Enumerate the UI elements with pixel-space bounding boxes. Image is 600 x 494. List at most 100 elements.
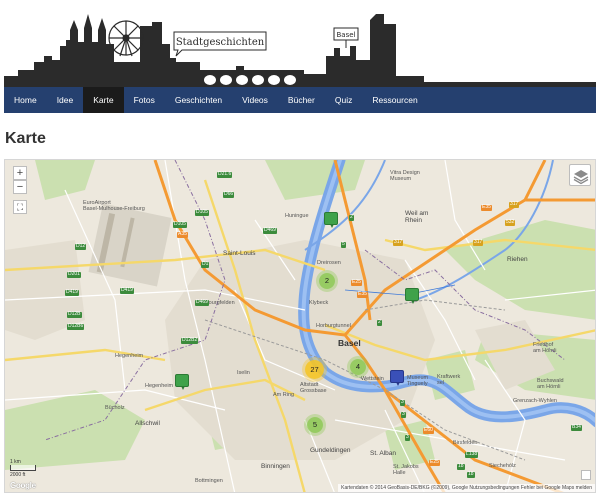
nav-buecher[interactable]: Bücher [278,87,325,113]
nav-quiz[interactable]: Quiz [325,87,362,113]
road-shield: D105 [195,209,209,216]
resize-handle[interactable] [581,470,591,480]
city-sign-text: Basel [337,31,356,39]
label-grenzach: Grenzach-Wyhlen [513,398,557,404]
label-friedhof: Friedhof am Hörnli [533,342,557,355]
label-siechehoelz: Siechehólz [489,463,516,469]
basel-skyline-illustration: Stadtgeschichten Basel [4,0,596,88]
road-shield: 317 [509,201,520,208]
cluster-marker[interactable]: 4 [350,359,366,375]
site-header: Stadtgeschichten Basel [4,0,596,88]
label-wettstein: Wettstein [361,376,384,382]
road-shield: 18 [457,463,465,470]
nav-idee[interactable]: Idee [47,87,84,113]
google-logo: Google [10,481,36,490]
road-shield: 3 [401,411,406,418]
road-shield: D1 [201,261,210,268]
airport-area [88,203,172,287]
label-allschwil: Allschwil [135,420,160,427]
cluster-marker[interactable]: 2 [319,273,335,289]
fullscreen-button[interactable]: ⛶ [13,200,27,214]
label-altstadt: Altstadt Grossbase [300,382,327,395]
nav-karte[interactable]: Karte [83,87,124,113]
label-buchswald: Buchswald am Hörnli [537,378,564,391]
label-kraftwerk: Kraftwerk sel [437,374,461,387]
layers-button[interactable] [569,164,591,186]
cluster-marker[interactable]: 5 [307,417,323,433]
road-shield: D12B2 [181,337,199,344]
road-shield: D12 [75,243,87,250]
road-shield: E60 [423,427,434,434]
road-shield: A35 [177,231,188,238]
nav-home[interactable]: Home [4,87,47,113]
road-shield: 2 [377,319,382,326]
photo-marker-icon[interactable] [175,374,189,390]
label-horburgtunnel: Horburgtunnel [316,323,351,329]
road-shield: 317 [393,239,404,246]
label-birsfelden: Birsfelden [453,440,478,446]
nav-geschichten[interactable]: Geschichten [165,87,232,113]
label-bourgfelden: Bourgfelden [205,300,235,306]
label-dreirosen: Dreirosen [317,260,341,266]
label-st-alban: St. Alban [370,450,397,457]
label-museum-tinguely: Museum Tinguely [407,375,429,388]
road-shield: D419 [65,289,79,296]
label-binningen: Binningen [261,463,290,470]
tagline-text: Stadtgeschichten [176,37,265,48]
road-shield: D469 [195,299,209,306]
label-gundeldingen: Gundeldingen [310,447,351,454]
road-shield: D21.6 [217,171,233,178]
road-shield: D66 [223,191,235,198]
road-shield: E35 [481,204,492,211]
main-navigation: Home Idee Karte Fotos Geschichten Videos… [4,87,596,113]
label-hegenheim: Hegenheim [115,353,144,359]
road-shield: E35 [357,291,368,298]
label-saint-louis: Saint-Louis [223,250,256,257]
label-huningue: Huningue [285,213,309,219]
road-shield: D12B [67,311,82,318]
label-am-ring: Am Ring [273,392,295,398]
scale-bar: 1 km 2000 ft [10,459,36,478]
label-euroairport: EuroAirport Basel-Mulhouse-Freiburg [83,200,145,213]
road-shield: D12B6 [67,323,85,330]
road-shield: D469 [263,227,277,234]
road-shield: 5 [341,241,346,248]
label-klybeck: Klybeck [309,300,329,306]
road-shield: B34 [571,424,582,431]
label-basel: Basel [338,338,361,348]
zoom-out-button[interactable]: − [13,180,27,194]
road-shield: 18 [467,471,475,478]
photo-marker-icon[interactable] [405,288,419,304]
label-riehen: Riehen [507,256,528,263]
road-shield: E25 [351,279,362,286]
nav-ressourcen[interactable]: Ressourcen [362,87,427,113]
layers-icon [573,170,589,185]
page-title: Karte [5,130,46,147]
road-shield: D105 [173,221,187,228]
road-shield: 3 [400,399,405,406]
zoom-in-button[interactable]: + [13,166,27,180]
label-st-jakob: St. Jakobs Halle [393,464,419,477]
cluster-marker[interactable]: 27 [305,360,324,379]
nav-videos[interactable]: Videos [232,87,278,113]
ferris-wheel-icon [108,20,144,57]
label-bottmingen: Bottmingen [195,478,223,484]
nav-fotos[interactable]: Fotos [124,87,165,113]
map-attribution[interactable]: Kartendaten © 2014 GeoBasis-DE/BKG (©200… [338,484,595,492]
label-iselin: Iselin [237,370,250,376]
map-container[interactable]: Basel Saint-Louis Weil am Rhein Riehen H… [4,159,596,493]
road-shield: 317 [473,239,484,246]
label-buchholz: Bücholz [105,405,125,411]
video-marker-icon[interactable] [390,370,404,386]
label-hegenheim-2: Hegenheim [145,383,174,389]
scale-ft: 2000 ft [10,472,26,478]
road-shield: 2 [349,214,354,221]
road-shield: L138 [465,451,479,458]
road-shield: D419 [120,287,134,294]
road-shield: E25 [429,459,440,466]
label-vitra: Vitra Design Museum [390,170,420,183]
photo-marker-icon[interactable] [324,212,338,228]
label-weil: Weil am Rhein [405,210,429,225]
road-shield: 532 [505,219,516,226]
road-shield: D201 [67,271,81,278]
